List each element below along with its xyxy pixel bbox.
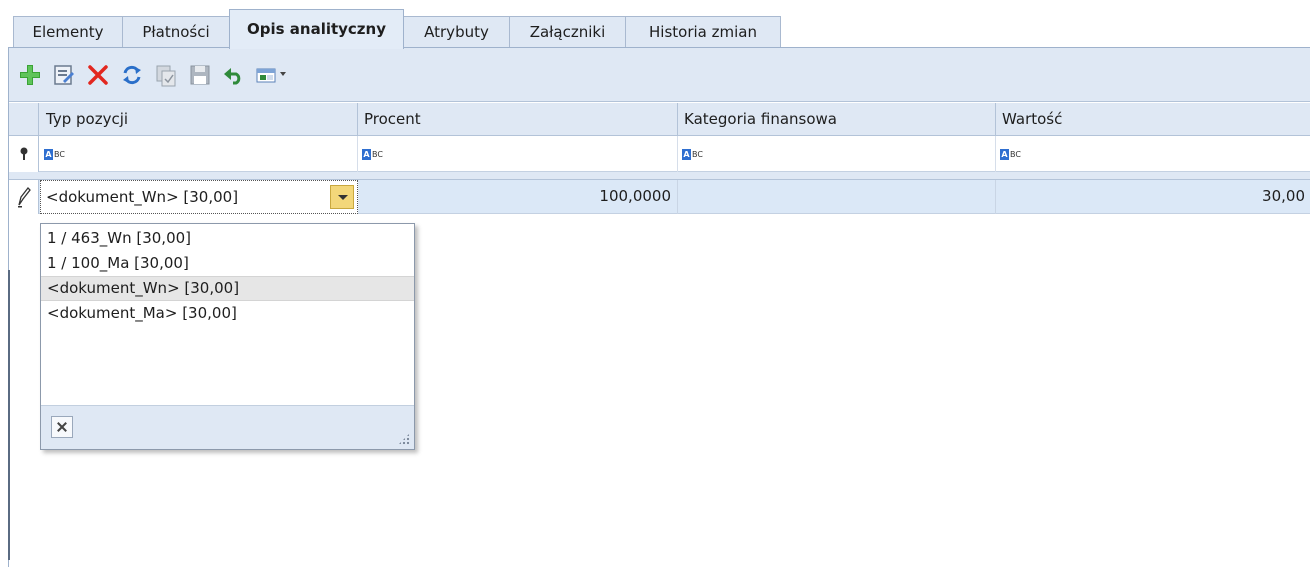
- copy-icon[interactable]: [153, 61, 179, 89]
- tab-historia-zmian[interactable]: Historia zmian: [625, 16, 781, 48]
- delete-icon[interactable]: [85, 61, 111, 89]
- grid-header: Typ pozycji Procent Kategoria finansowa …: [9, 103, 1310, 136]
- add-icon[interactable]: [17, 61, 43, 89]
- text-filter-icon: A BC: [362, 149, 383, 160]
- typ-pozycji-combobox[interactable]: <dokument_Wn> [30,00]: [40, 180, 358, 214]
- tab-zalaczniki[interactable]: Załączniki: [509, 16, 626, 48]
- tab-opis-analityczny[interactable]: Opis analityczny: [229, 9, 404, 49]
- dropdown-option[interactable]: <dokument_Ma> [30,00]: [41, 301, 414, 326]
- combobox-value: <dokument_Wn> [30,00]: [46, 188, 239, 206]
- filter-kategoria-finansowa[interactable]: A BC: [678, 136, 996, 172]
- column-typ-pozycji[interactable]: Typ pozycji: [40, 103, 358, 136]
- text-filter-icon: A BC: [44, 149, 65, 160]
- tab-atrybuty[interactable]: Atrybuty: [403, 16, 510, 48]
- dropdown-option[interactable]: 1 / 463_Wn [30,00]: [41, 226, 414, 251]
- text-filter-icon: A BC: [682, 149, 703, 160]
- filter-row: A BC A BC A BC A BC: [9, 136, 1310, 172]
- typ-pozycji-dropdown: 1 / 463_Wn [30,00] 1 / 100_Ma [30,00] <d…: [40, 223, 415, 450]
- dropdown-option[interactable]: 1 / 100_Ma [30,00]: [41, 251, 414, 276]
- column-wartosc[interactable]: Wartość: [996, 103, 1310, 136]
- save-icon[interactable]: [187, 61, 213, 89]
- edit-icon[interactable]: [51, 61, 77, 89]
- tab-platnosci[interactable]: Płatności: [122, 16, 230, 48]
- filter-typ-pozycji[interactable]: A BC: [40, 136, 358, 172]
- cell-wartosc[interactable]: 30,00: [996, 180, 1310, 214]
- toolbar: [9, 48, 1310, 102]
- text-filter-icon: A BC: [1000, 149, 1021, 160]
- resize-grip-icon[interactable]: [398, 433, 410, 445]
- edit-pencil-icon: [9, 180, 39, 214]
- tab-bar: Elementy Płatności Opis analityczny Atry…: [0, 0, 1310, 49]
- tab-elementy[interactable]: Elementy: [13, 16, 123, 48]
- cell-kategoria-finansowa[interactable]: [678, 180, 996, 214]
- cell-procent[interactable]: 100,0000: [358, 180, 678, 214]
- indicator-header: [9, 103, 39, 136]
- pin-icon: [9, 136, 39, 172]
- column-kategoria-finansowa[interactable]: Kategoria finansowa: [678, 103, 996, 136]
- filter-procent[interactable]: A BC: [358, 136, 678, 172]
- filter-wartosc[interactable]: A BC: [996, 136, 1310, 172]
- close-icon[interactable]: [51, 416, 73, 438]
- dropdown-footer: [41, 405, 414, 449]
- grid-separator: [9, 172, 1310, 180]
- panel-edge: [8, 270, 10, 560]
- chevron-down-icon[interactable]: [330, 185, 354, 209]
- undo-icon[interactable]: [221, 61, 247, 89]
- layout-dropdown-icon[interactable]: [255, 61, 289, 89]
- dropdown-option-selected[interactable]: <dokument_Wn> [30,00]: [41, 276, 414, 301]
- column-procent[interactable]: Procent: [358, 103, 678, 136]
- refresh-icon[interactable]: [119, 61, 145, 89]
